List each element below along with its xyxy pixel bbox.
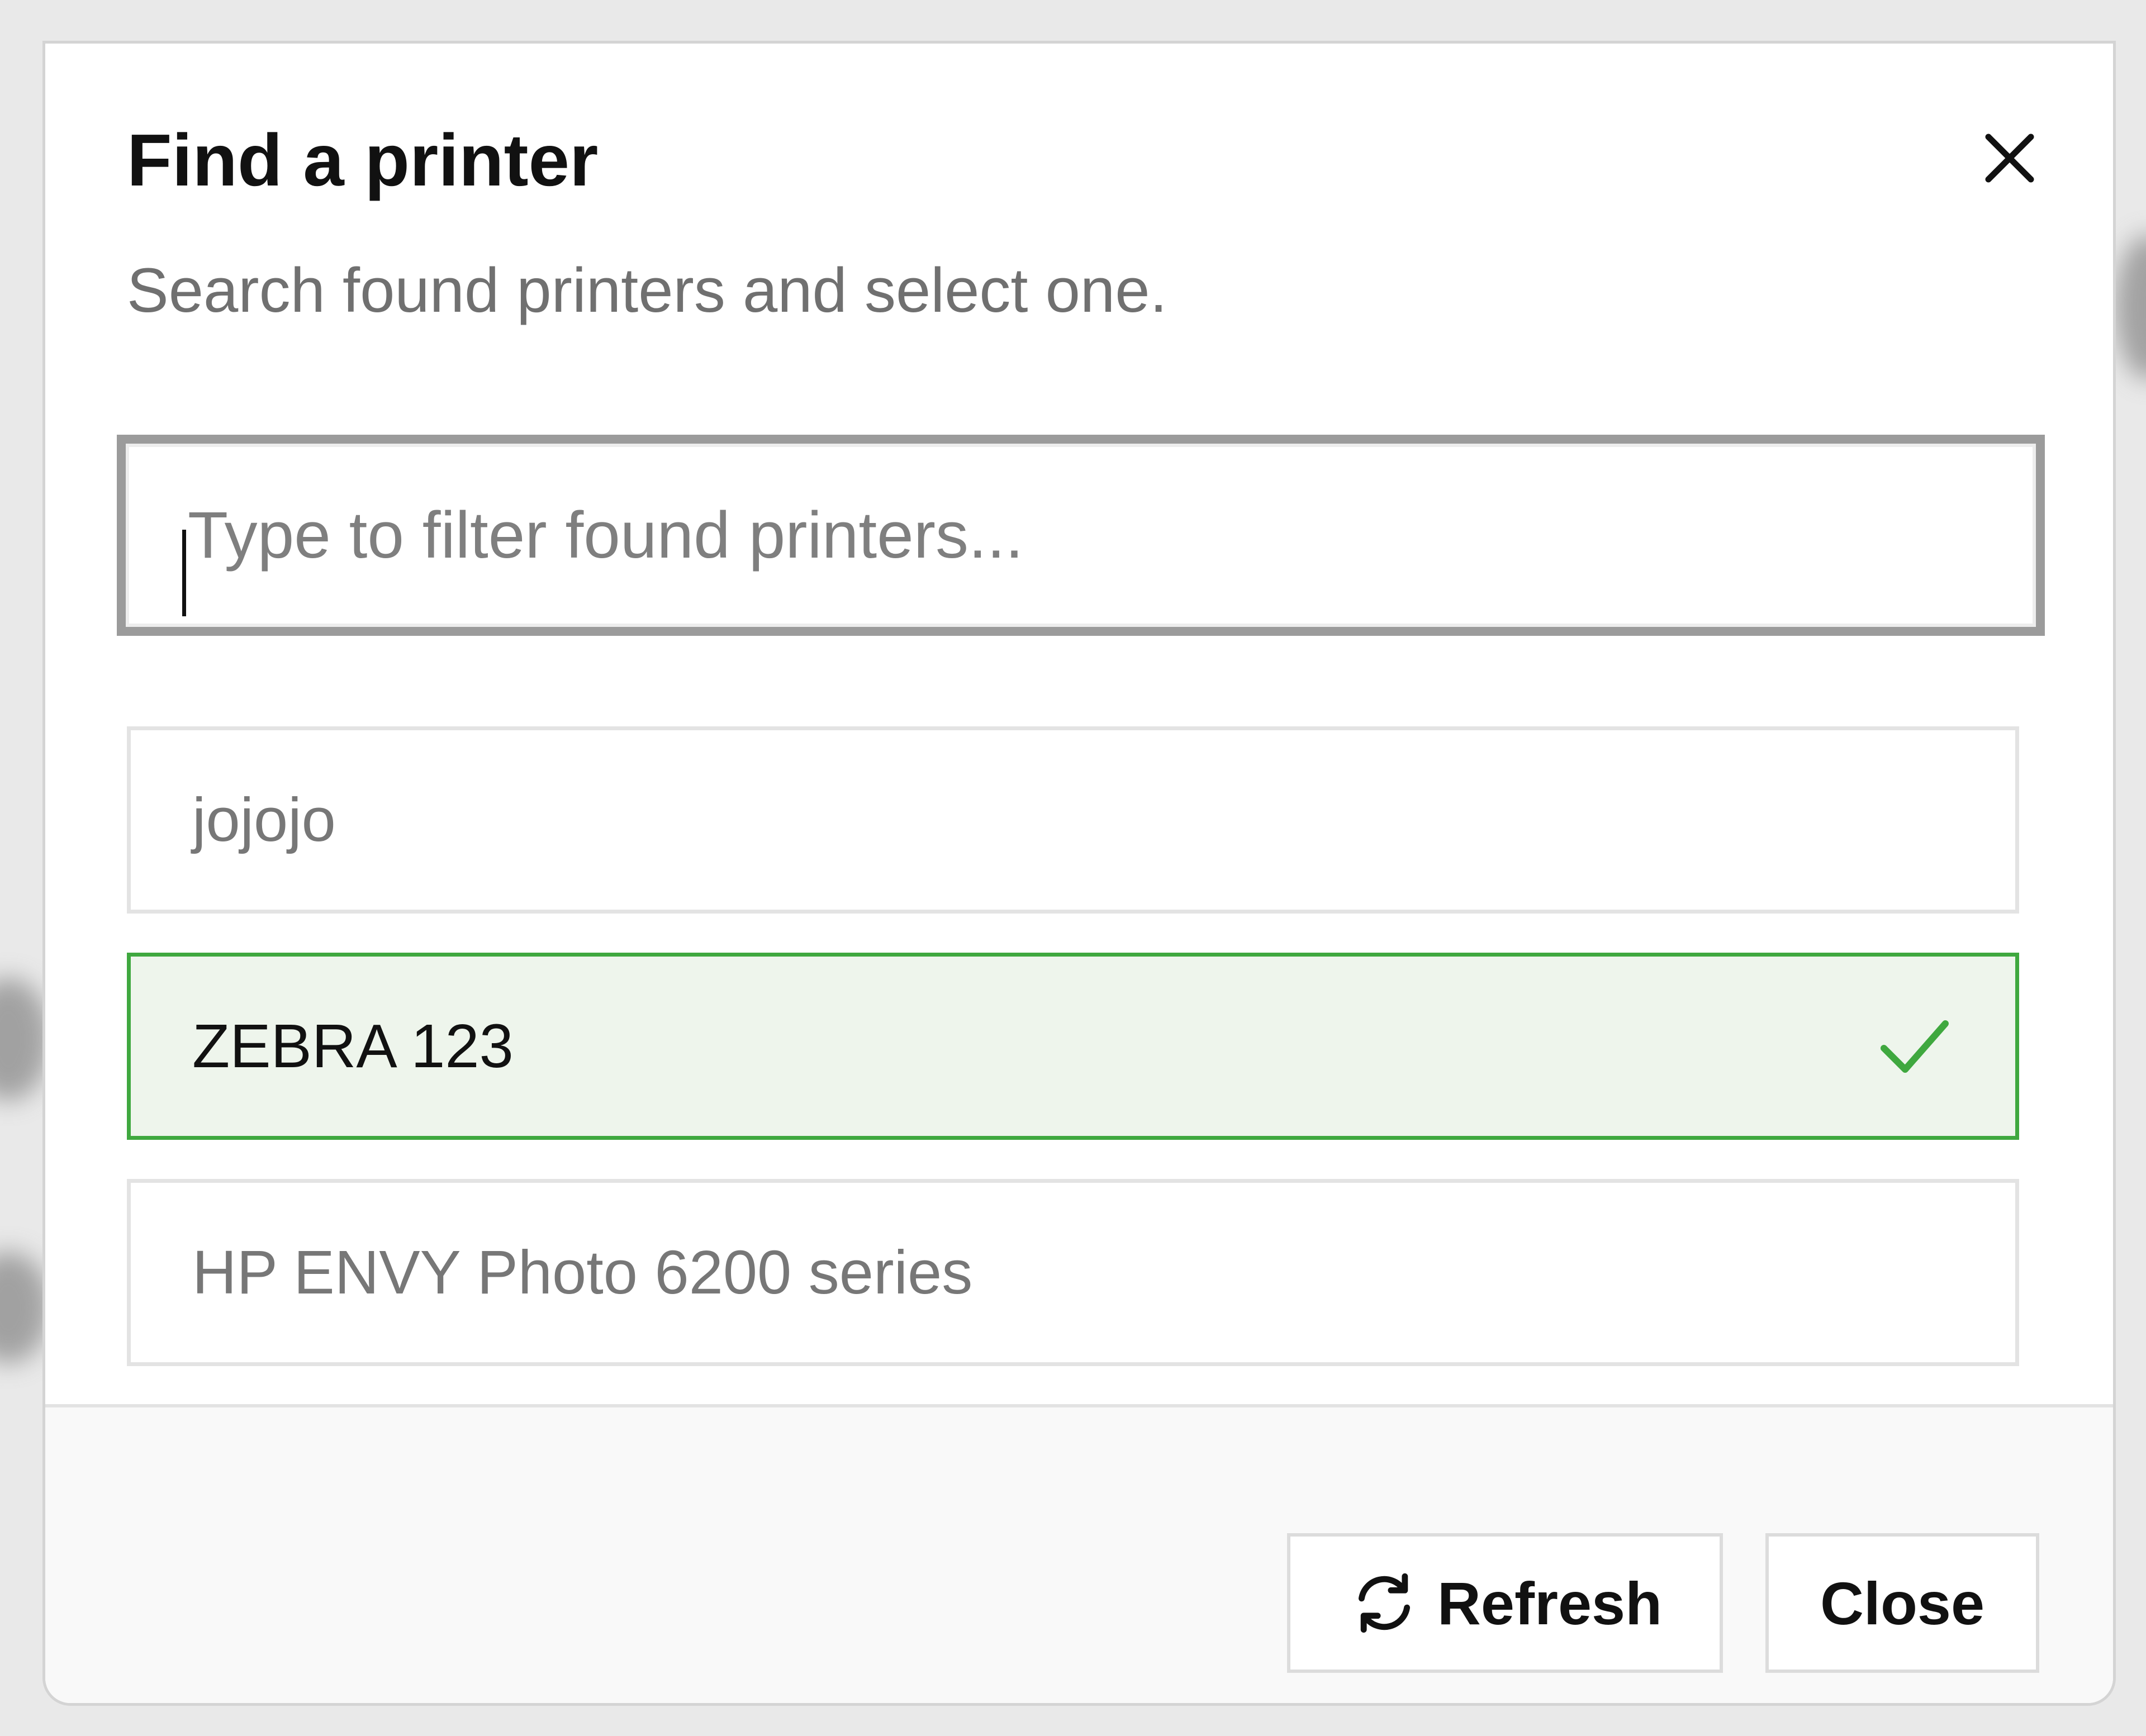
find-printer-dialog: Find a printer Search found printers and… <box>42 41 2116 1706</box>
printer-option-zebra-123[interactable]: ZEBRA 123 <box>127 953 2019 1140</box>
printer-name: ZEBRA 123 <box>192 1012 514 1081</box>
close-label: Close <box>1820 1569 1985 1637</box>
printer-option-jojojo[interactable]: jojojo <box>127 726 2019 914</box>
printer-filter-input[interactable] <box>126 444 2036 627</box>
refresh-label: Refresh <box>1437 1569 1663 1637</box>
close-dialog-button[interactable] <box>1968 116 2052 200</box>
printer-name: jojojo <box>192 786 336 854</box>
printer-name: HP ENVY Photo 6200 series <box>192 1238 973 1307</box>
dialog-footer: Refresh Close <box>45 1404 2113 1703</box>
dialog-subtitle: Search found printers and select one. <box>127 255 1167 325</box>
text-caret <box>182 530 186 616</box>
search-field-focus-ring <box>117 435 2045 636</box>
refresh-button[interactable]: Refresh <box>1287 1533 1723 1673</box>
printer-list: jojojo ZEBRA 123 HP ENVY Photo 6200 seri… <box>127 726 2019 1405</box>
refresh-icon <box>1358 1573 1410 1633</box>
close-button[interactable]: Close <box>1765 1533 2039 1673</box>
background-shape <box>2115 235 2146 380</box>
dialog-title: Find a printer <box>127 119 599 201</box>
printer-option-hp-envy-photo-6200[interactable]: HP ENVY Photo 6200 series <box>127 1179 2019 1366</box>
check-icon <box>1881 1020 1949 1073</box>
close-icon <box>1985 134 2034 183</box>
